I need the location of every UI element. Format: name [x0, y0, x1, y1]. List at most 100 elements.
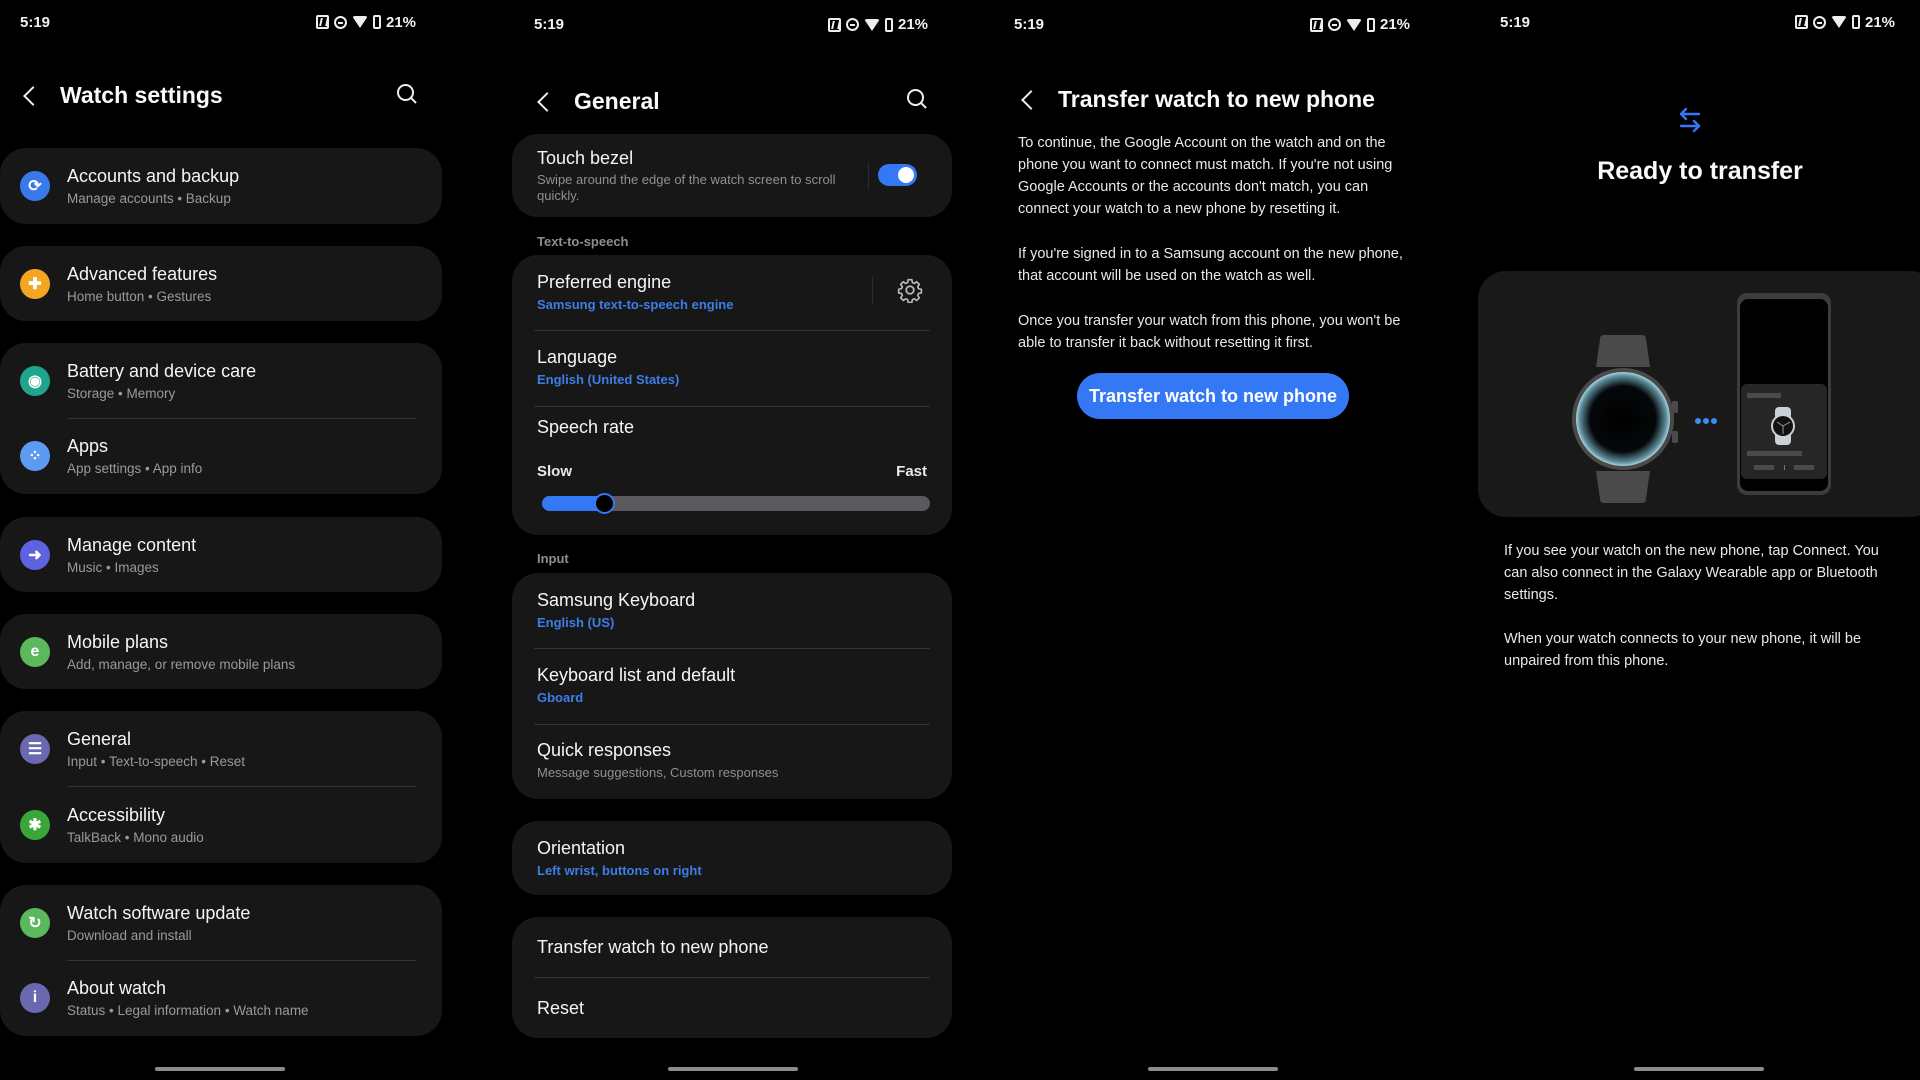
battery-percent: 21% — [1380, 16, 1411, 33]
item-label: Orientation — [537, 838, 626, 858]
separator — [872, 277, 873, 305]
item-label: Samsung Keyboard — [537, 590, 696, 610]
orientation-item[interactable]: Orientation Left wrist, buttons on right — [512, 821, 952, 895]
settings-group: ➜ Manage content Music • Images — [0, 517, 442, 592]
transfer-paragraph: If you're signed in to a Samsung account… — [1018, 246, 1403, 284]
search-icon[interactable] — [397, 84, 417, 104]
orientation-card: Orientation Left wrist, buttons on right — [512, 821, 952, 895]
back-icon[interactable] — [537, 91, 557, 112]
settings-item-apps[interactable]: ⁘ Apps App settings • App info — [0, 419, 442, 494]
settings-item-manage-content[interactable]: ➜ Manage content Music • Images — [0, 517, 442, 592]
phone-graphic — [1737, 293, 1831, 495]
page-title: General — [574, 88, 660, 114]
settings-group: ✚ Advanced features Home button • Gestur… — [0, 246, 442, 321]
nfc-icon — [1795, 15, 1808, 29]
battery-icon — [373, 15, 381, 29]
status-icons: 21% — [828, 16, 928, 33]
item-label: Reset — [537, 998, 585, 1018]
toggle-knob — [898, 167, 914, 183]
accessibility-icon: ✱ — [20, 810, 50, 840]
item-subtitle: Swipe around the edge of the watch scree… — [537, 172, 836, 203]
samsung-keyboard-item[interactable]: Samsung Keyboard English (US) — [512, 573, 952, 648]
settings-item-mobile-plans[interactable]: e Mobile plans Add, manage, or remove mo… — [0, 614, 442, 689]
settings-item-watch-software-update[interactable]: ↻ Watch software update Download and ins… — [0, 885, 442, 960]
settings-item-about-watch[interactable]: i About watch Status • Legal information… — [0, 961, 442, 1036]
device-care-icon: ◉ — [20, 366, 50, 396]
battery-percent: 21% — [1865, 13, 1896, 31]
page-title: Ready to transfer — [1597, 157, 1803, 185]
transfer-reset-card: Transfer watch to new phone Reset — [512, 917, 952, 1038]
do-not-disturb-icon — [1813, 15, 1826, 29]
wifi-icon — [1346, 18, 1362, 31]
item-subtitle: Message suggestions, Custom responses — [537, 765, 779, 780]
ready-to-transfer-screen: 5:19 21% Ready to transfer If you see yo… — [1460, 0, 1920, 1080]
item-subtitle: TalkBack • Mono audio — [67, 830, 204, 845]
transfer-paragraph: To continue, the Google Account on the w… — [1018, 135, 1393, 217]
connection-dot — [1695, 418, 1701, 424]
settings-item-accessibility[interactable]: ✱ Accessibility TalkBack • Mono audio — [0, 787, 442, 863]
do-not-disturb-icon — [846, 18, 859, 31]
sync-icon: ⟳ — [20, 171, 50, 201]
language-item[interactable]: Language English (United States) — [512, 331, 952, 406]
item-subtitle: Status • Legal information • Watch name — [67, 1003, 309, 1018]
quick-responses-item[interactable]: Quick responses Message suggestions, Cus… — [512, 725, 952, 799]
speech-rate-slider[interactable] — [542, 493, 930, 514]
item-value: Gboard — [537, 690, 584, 705]
slider-thumb[interactable] — [594, 493, 616, 514]
do-not-disturb-icon — [1328, 18, 1341, 31]
battery-percent: 21% — [898, 16, 929, 33]
item-label: Accessibility — [67, 805, 166, 825]
item-label: General — [67, 729, 132, 749]
status-icons: 21% — [1310, 16, 1410, 33]
status-time: 5:19 — [1500, 13, 1531, 31]
sliders-icon: ☰ — [20, 734, 50, 764]
advanced-features-icon: ✚ — [20, 269, 50, 299]
folder-icon: ➜ — [20, 540, 50, 570]
separator — [868, 162, 869, 190]
text-to-speech-card: Preferred engine Samsung text-to-speech … — [512, 255, 952, 535]
item-label: Speech rate — [537, 417, 635, 437]
transfer-watch-item[interactable]: Transfer watch to new phone — [512, 917, 952, 977]
item-subtitle: Home button • Gestures — [67, 289, 212, 304]
wifi-icon — [1831, 16, 1847, 28]
settings-group: ⟳ Accounts and backup Manage accounts • … — [0, 148, 442, 224]
reset-item[interactable]: Reset — [512, 978, 952, 1038]
ready-paragraph: When your watch connects to your new pho… — [1504, 631, 1862, 669]
item-value: Left wrist, buttons on right — [537, 863, 702, 878]
header: Transfer watch to new phone — [1021, 86, 1375, 113]
keyboard-list-item[interactable]: Keyboard list and default Gboard — [512, 649, 952, 724]
item-subtitle: Manage accounts • Backup — [67, 191, 231, 206]
touch-bezel-item[interactable]: Touch bezel Swipe around the edge of the… — [512, 134, 952, 217]
item-subtitle: App settings • App info — [67, 461, 203, 476]
speech-rate-item: Speech rate Slow Fast — [512, 407, 952, 535]
settings-item-advanced-features[interactable]: ✚ Advanced features Home button • Gestur… — [0, 246, 442, 321]
home-indicator[interactable] — [1148, 1067, 1278, 1071]
touch-bezel-toggle[interactable] — [878, 164, 917, 186]
settings-item-accounts-backup[interactable]: ⟳ Accounts and backup Manage accounts • … — [0, 148, 442, 224]
general-screen: 5:19 21% General Touch bezel Swipe aroun… — [490, 0, 980, 1080]
watch-phone-illustration — [1572, 293, 1831, 503]
transfer-watch-button[interactable]: Transfer watch to new phone — [1077, 373, 1349, 419]
status-bar: 5:19 21% — [0, 12, 440, 32]
search-icon[interactable] — [907, 89, 927, 109]
header: Watch settings — [23, 82, 223, 109]
back-icon[interactable] — [1021, 89, 1041, 110]
item-label: Language — [537, 347, 618, 367]
status-icons: 21% — [1795, 14, 1895, 31]
settings-item-battery-device-care[interactable]: ◉ Battery and device care Storage • Memo… — [0, 343, 442, 418]
home-indicator[interactable] — [668, 1067, 798, 1071]
info-icon: i — [20, 983, 50, 1013]
input-card: Samsung Keyboard English (US) Keyboard l… — [512, 573, 952, 799]
item-label: Apps — [67, 436, 109, 456]
home-indicator[interactable] — [1634, 1067, 1764, 1071]
transfer-watch-screen: 5:19 21% Transfer watch to new phone To … — [990, 0, 1450, 1080]
settings-group: e Mobile plans Add, manage, or remove mo… — [0, 614, 442, 689]
home-indicator[interactable] — [155, 1067, 285, 1071]
settings-item-general[interactable]: ☰ General Input • Text-to-speech • Reset — [0, 711, 442, 786]
header: General — [537, 88, 660, 115]
gear-icon[interactable] — [897, 277, 923, 303]
connection-dot — [1703, 418, 1709, 424]
preferred-engine-item[interactable]: Preferred engine Samsung text-to-speech … — [512, 255, 952, 330]
item-label: Keyboard list and default — [537, 665, 736, 685]
back-icon[interactable] — [23, 85, 43, 106]
